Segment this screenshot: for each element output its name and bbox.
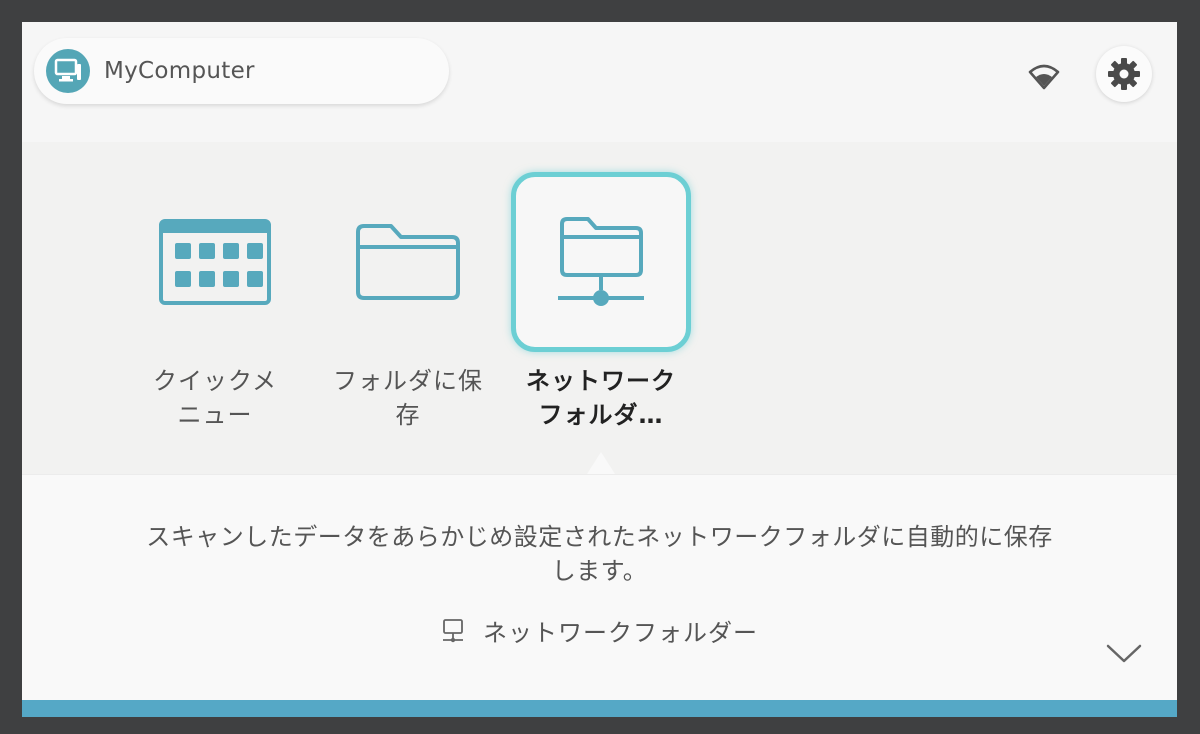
screen: MyComputer クイックメ ニュー フォルダに保 存 ネットワーク フォル… — [22, 22, 1177, 717]
app-tile-selected[interactable] — [511, 172, 691, 352]
gear-icon — [1108, 58, 1140, 90]
folder-icon — [356, 224, 460, 300]
destination-label: ネットワークフォルダー — [483, 619, 758, 647]
destination-selector[interactable]: ネットワークフォルダー — [22, 613, 1177, 648]
app-save-to-folder[interactable]: フォルダに保 存 — [318, 172, 498, 462]
description-panel: スキャンしたデータをあらかじめ設定されたネットワークフォルダに自動的に保存 しま… — [22, 474, 1177, 701]
description-text: スキャンしたデータをあらかじめ設定されたネットワークフォルダに自動的に保存 しま… — [146, 523, 1053, 585]
app-quick-menu[interactable]: クイックメ ニュー — [125, 172, 305, 462]
header: MyComputer — [22, 22, 1177, 142]
app-network-folder[interactable]: ネットワーク フォルダ… — [511, 172, 691, 462]
network-computer-icon — [443, 618, 463, 642]
chevron-down-icon[interactable] — [1105, 643, 1143, 665]
app-tile[interactable] — [318, 172, 498, 352]
app-label: クイックメ ニュー — [152, 367, 278, 429]
app-launcher: クイックメ ニュー フォルダに保 存 ネットワーク フォルダ… — [22, 142, 1177, 482]
settings-button[interactable] — [1096, 46, 1152, 102]
device-selector[interactable]: MyComputer — [34, 38, 449, 104]
device-name: MyComputer — [104, 58, 255, 84]
app-tile[interactable] — [125, 172, 305, 352]
grid-menu-icon — [159, 219, 271, 305]
app-label: ネットワーク フォルダ… — [526, 367, 676, 429]
wifi-icon — [1027, 62, 1061, 92]
app-label: フォルダに保 存 — [333, 367, 483, 429]
network-folder-icon — [558, 217, 644, 306]
bottom-accent-bar — [22, 700, 1177, 717]
computer-icon — [46, 49, 90, 93]
selection-pointer — [587, 452, 615, 474]
